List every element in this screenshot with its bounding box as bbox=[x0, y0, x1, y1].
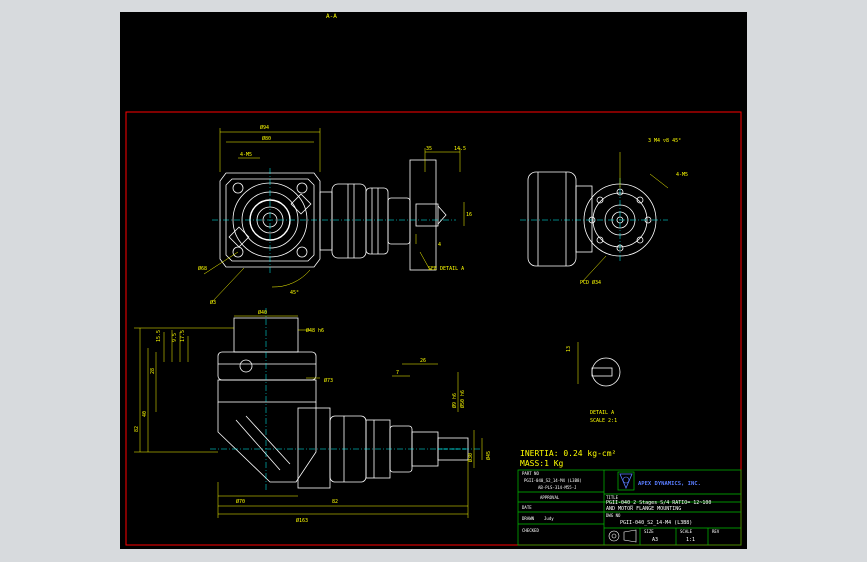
dim-v5: Ø30 bbox=[467, 453, 474, 462]
detail-dim: 13 bbox=[566, 346, 572, 352]
tb-checked-label: CHECKED bbox=[522, 528, 539, 533]
tb-dwg-no: PGII-040_S2_14-M4 (L3B8) bbox=[620, 520, 692, 526]
top-view-centerlines bbox=[212, 168, 456, 274]
dim-bottom1: Ø70 bbox=[236, 498, 245, 505]
drawing-canvas[interactable]: A-A Ø94 Ø80 4-M5 Ø68 Ø3 45° 35 14.5 16 4… bbox=[120, 12, 747, 549]
front-view bbox=[217, 317, 469, 489]
dim-h1: 15.5 bbox=[156, 330, 162, 342]
dim-flange: Ø40 bbox=[258, 309, 267, 316]
top-section-mark: A-A bbox=[326, 13, 337, 20]
tb-approved-label: APPROVAL bbox=[540, 495, 560, 500]
tb-scale: 1:1 bbox=[686, 537, 695, 543]
company-logo bbox=[619, 473, 633, 490]
detail-label: DETAIL A bbox=[590, 410, 614, 416]
dim-pilot: Ø48 h6 bbox=[306, 327, 324, 334]
detail-a: 13 DETAIL A SCALE 2:1 bbox=[566, 342, 621, 424]
dim-flange-width: Ø80 bbox=[262, 135, 271, 142]
dim-body: Ø73 bbox=[324, 377, 333, 384]
dim-shaft-step: 14.5 bbox=[454, 146, 466, 152]
cad-viewer: A-A Ø94 Ø80 4-M5 Ø68 Ø3 45° 35 14.5 16 4… bbox=[0, 0, 867, 562]
tb-ref-doc: AB-PLS-314-M55-J bbox=[538, 485, 577, 490]
dim-key: 4 bbox=[438, 242, 441, 248]
dim-bottom-total: Ø163 bbox=[296, 517, 308, 524]
tb-drawn-by: Judy bbox=[544, 516, 554, 521]
dim-v2: 7 bbox=[396, 370, 399, 376]
tb-title-line2: AND MOTOR FLANGE MOUNTING bbox=[606, 506, 681, 512]
tb-drawn-label: DRAWN bbox=[522, 516, 535, 521]
dim-h6: 28 bbox=[150, 368, 156, 374]
dim-angle: 45° bbox=[290, 290, 299, 296]
side-dim-holes: 4-M5 bbox=[676, 172, 688, 178]
side-dim-pcd: PCD Ø34 bbox=[580, 279, 601, 286]
dim-offset: 4-M5 bbox=[240, 152, 252, 158]
tb-ref-header: PART NO bbox=[522, 471, 539, 476]
note-inertia: INERTIA: 0.24 kg-cm² bbox=[520, 449, 616, 458]
dim-v1: 26 bbox=[420, 358, 426, 364]
dim-h5: 40 bbox=[142, 411, 148, 417]
tb-date-label: DATE bbox=[522, 505, 532, 510]
note-mass: MASS:1 Kg bbox=[520, 459, 564, 468]
tb-size: A3 bbox=[652, 537, 658, 543]
detail-callout: SEE DETAIL A bbox=[428, 266, 464, 272]
tb-rev-label: REV bbox=[712, 529, 720, 534]
dim-bottom2: 82 bbox=[332, 499, 338, 505]
dim-v4: Ø50 h6 bbox=[459, 390, 466, 408]
tb-scale-label: SCALE bbox=[680, 529, 693, 534]
dim-overall-width: Ø94 bbox=[260, 124, 269, 131]
projection-symbol bbox=[608, 529, 637, 543]
tb-size-label: SIZE bbox=[644, 529, 654, 534]
tb-ref-model: PGII-040_S2_14-M4 (L3B8) bbox=[524, 478, 582, 483]
dim-shaft-len: 35 bbox=[426, 146, 432, 152]
dim-v6: Ø45 bbox=[485, 451, 492, 460]
side-dim-thread: 3 M4 ▽8 45° bbox=[648, 138, 681, 144]
dim-bore: Ø3 bbox=[210, 299, 216, 306]
detail-scale: SCALE 2:1 bbox=[590, 418, 617, 424]
tb-company: APEX DYNAMICS, INC. bbox=[638, 481, 701, 487]
tb-dwg-label: DWG NO bbox=[606, 513, 621, 518]
dim-h4: 82 bbox=[134, 426, 140, 432]
dim-v3: Ø9 h6 bbox=[451, 393, 458, 408]
dim-shaft-dia: 16 bbox=[466, 212, 472, 218]
dim-h3: 17.5 bbox=[180, 330, 186, 342]
drawing-svg: A-A Ø94 Ø80 4-M5 Ø68 Ø3 45° 35 14.5 16 4… bbox=[125, 13, 742, 546]
top-view bbox=[219, 159, 447, 271]
side-view bbox=[527, 171, 657, 267]
dim-h2: 9.5 bbox=[172, 333, 178, 342]
dim-pcd: Ø68 bbox=[198, 265, 207, 272]
